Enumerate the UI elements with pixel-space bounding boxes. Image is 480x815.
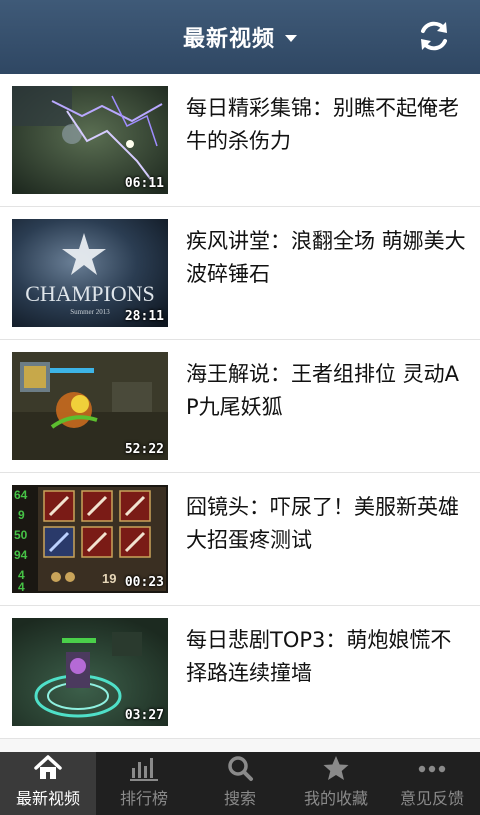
video-item[interactable]: 52:22 海王解说：王者组排位 灵动AP九尾妖狐 xyxy=(0,340,480,473)
thumbnail-logo-subtext: Summer 2013 xyxy=(70,308,110,316)
tab-favorites[interactable]: 我的收藏 xyxy=(288,752,384,815)
bottom-tab-bar: 最新视频 排行榜 搜索 我的收藏 意见反馈 xyxy=(0,752,480,815)
header-title: 最新视频 xyxy=(182,27,275,52)
thumbnail-stat-text: 50 xyxy=(14,528,28,542)
video-duration: 03:27 xyxy=(124,708,164,723)
thumbnail-stat-text: 94 xyxy=(14,548,28,562)
tab-ranking[interactable]: 排行榜 xyxy=(96,752,192,815)
thumbnail-stat-text: 19 xyxy=(102,571,116,586)
refresh-icon[interactable] xyxy=(416,18,452,54)
home-icon xyxy=(34,755,62,779)
video-title: 囧镜头：吓尿了！美服新英雄大招蛋疼测试 xyxy=(186,495,459,552)
tab-search[interactable]: 搜索 xyxy=(192,752,288,815)
header-bar: 最新视频 xyxy=(0,0,480,74)
star-icon xyxy=(323,756,349,780)
video-thumbnail: 06:11 xyxy=(12,86,168,194)
thumbnail-stat-text: 4 xyxy=(18,580,25,593)
video-title: 每日精彩集锦：别瞧不起俺老牛的杀伤力 xyxy=(186,96,459,153)
tab-feedback[interactable]: 意见反馈 xyxy=(384,752,480,815)
tab-label: 排行榜 xyxy=(119,789,168,808)
tab-label: 意见反馈 xyxy=(399,789,464,808)
video-title: 疾风讲堂：浪翻全场 萌娜美大波碎锤石 xyxy=(186,229,466,286)
video-title: 每日悲剧TOP3：萌炮娘慌不择路连续撞墙 xyxy=(186,628,452,685)
video-thumbnail: 52:22 xyxy=(12,352,168,460)
tab-label: 最新视频 xyxy=(15,789,80,808)
app-screen: 最新视频 06:11 每日精彩集锦：别瞧不起俺老牛的杀伤力 CHAMPIONS … xyxy=(0,0,480,815)
tab-label: 我的收藏 xyxy=(303,789,368,808)
caret-down-icon xyxy=(285,34,297,42)
video-item[interactable]: 03:27 每日悲剧TOP3：萌炮娘慌不择路连续撞墙 xyxy=(0,606,480,739)
video-duration: 06:11 xyxy=(124,176,164,191)
video-item[interactable]: 06:11 每日精彩集锦：别瞧不起俺老牛的杀伤力 xyxy=(0,74,480,207)
tab-latest-videos[interactable]: 最新视频 xyxy=(0,752,96,815)
search-icon xyxy=(228,756,253,781)
category-dropdown[interactable]: 最新视频 xyxy=(183,21,297,53)
video-item[interactable]: 64 9 50 94 4 4 19 00:23 囧镜头：吓尿了！美服新英雄大招蛋… xyxy=(0,473,480,606)
video-duration: 52:22 xyxy=(124,442,164,457)
video-title: 海王解说：王者组排位 灵动AP九尾妖狐 xyxy=(186,362,460,419)
bar-chart-icon xyxy=(130,758,158,781)
video-thumbnail: 03:27 xyxy=(12,618,168,726)
tab-label: 搜索 xyxy=(223,789,256,808)
video-item[interactable]: CHAMPIONS Summer 2013 28:11 疾风讲堂：浪翻全场 萌娜… xyxy=(0,207,480,340)
more-icon xyxy=(418,765,446,773)
video-thumbnail: 64 9 50 94 4 4 19 00:23 xyxy=(12,485,168,593)
video-duration: 00:23 xyxy=(124,575,164,590)
video-list: 06:11 每日精彩集锦：别瞧不起俺老牛的杀伤力 CHAMPIONS Summe… xyxy=(0,74,480,752)
thumbnail-stat-text: 64 xyxy=(14,488,28,502)
thumbnail-logo-text: CHAMPIONS xyxy=(25,281,155,306)
video-thumbnail: CHAMPIONS Summer 2013 28:11 xyxy=(12,219,168,327)
thumbnail-stat-text: 9 xyxy=(18,508,25,522)
video-duration: 28:11 xyxy=(124,309,164,324)
